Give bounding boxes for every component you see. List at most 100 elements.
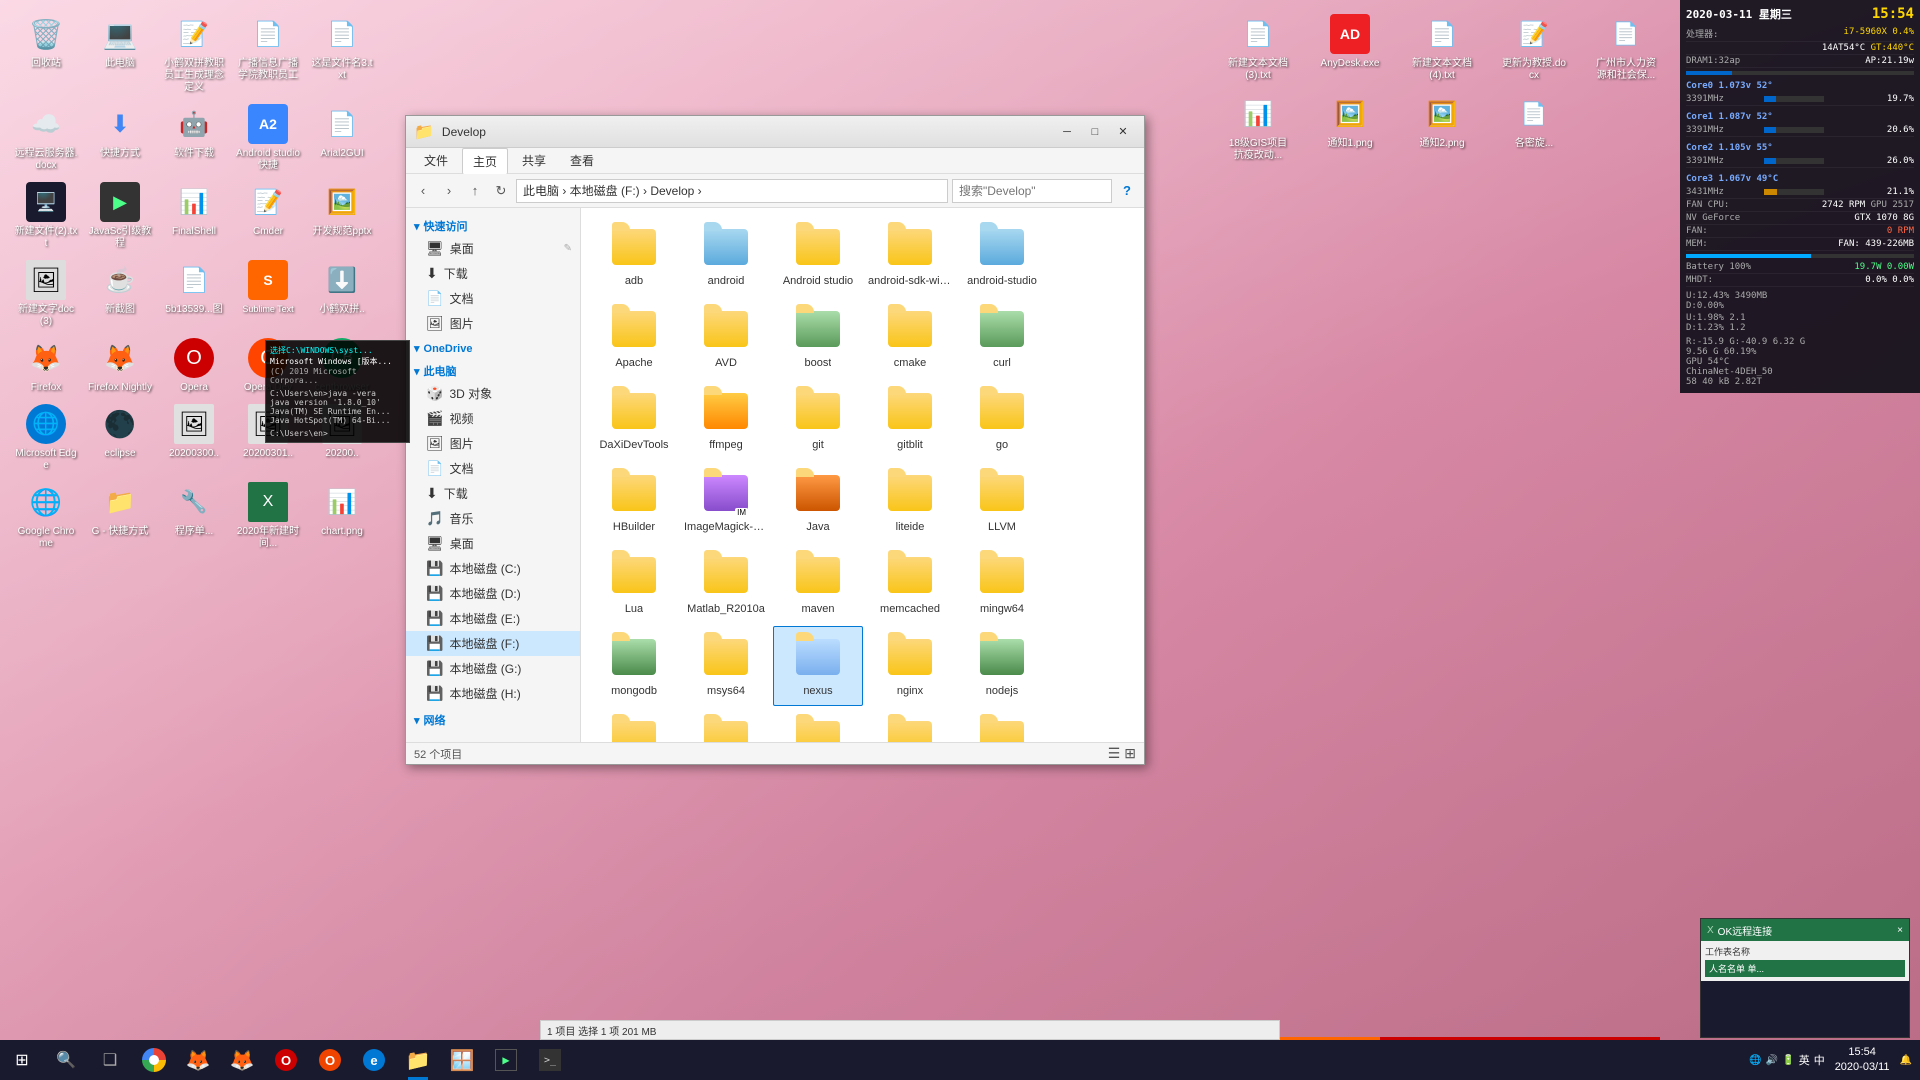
sidebar-item-desktop[interactable]: 🖥 桌面 ✎ <box>406 236 580 261</box>
desktop-icon-eclipse[interactable]: 🌑 eclipse <box>84 400 156 476</box>
desktop-icon-cmder[interactable]: ▶ JavaSc引级教程 <box>84 178 156 254</box>
help-button[interactable]: ? <box>1116 180 1138 202</box>
desktop-icon-finalshell[interactable]: 🖥️ 新建文件(2).txt <box>10 178 82 254</box>
desktop-icon-edge[interactable]: 🌐 Microsoft Edge <box>10 400 82 476</box>
file-item-liteide[interactable]: liteide <box>865 462 955 542</box>
sidebar-section-network[interactable]: ▾ 网络 <box>406 706 580 730</box>
file-item-avd[interactable]: AVD <box>681 298 771 378</box>
search-button[interactable]: 🔍 <box>44 1040 88 1080</box>
desktop-icon-gis[interactable]: 📊 18级GIS项目抗疫改动... <box>1214 90 1302 166</box>
notification-icon[interactable]: 🔔 <box>1900 1055 1912 1066</box>
desktop-icon-miwen[interactable]: 📄 各密旋... <box>1490 90 1578 166</box>
file-item-hbuilder[interactable]: HBuilder <box>589 462 679 542</box>
desktop-icon-ppt[interactable]: 📊 FinalShell <box>158 178 230 254</box>
desktop-icon-css[interactable]: 📄 5b13539...图 <box>158 256 230 332</box>
up-button[interactable]: ↑ <box>464 180 486 202</box>
file-item-proguard[interactable]: proguard 6.1.1 <box>773 708 863 742</box>
refresh-button[interactable]: ↻ <box>490 180 512 202</box>
desktop-icon-notice1[interactable]: 🖼️ 通知1.png <box>1306 90 1394 166</box>
desktop-icon-7[interactable]: ⬇ 快捷方式 <box>84 100 156 176</box>
ribbon-tab-share[interactable]: 共享 <box>512 148 556 173</box>
taskbar-opera-dev[interactable]: O <box>308 1040 352 1080</box>
grid-view-button[interactable]: ⊞ <box>1124 745 1136 762</box>
file-item-android[interactable]: android <box>681 216 771 296</box>
sidebar-item-d[interactable]: 💾 本地磁盘 (D:) <box>406 581 580 606</box>
file-item-boost[interactable]: boost <box>773 298 863 378</box>
sidebar-section-quick-access[interactable]: ▾ 快速访问 <box>406 212 580 236</box>
desktop-icon-aria2[interactable]: A2 Android studio快捷 <box>232 100 304 176</box>
close-button[interactable]: ✕ <box>1110 122 1136 142</box>
back-button[interactable]: ‹ <box>412 180 434 202</box>
minimize-button[interactable]: ─ <box>1054 122 1080 142</box>
ribbon-tab-home[interactable]: 主页 <box>462 148 508 174</box>
desktop-icon-prog[interactable]: 🔧 程序单... <box>158 478 230 554</box>
file-item-git[interactable]: git <box>773 380 863 460</box>
sidebar-item-h[interactable]: 💾 本地磁盘 (H:) <box>406 681 580 706</box>
desktop-icon-firefox-nightly[interactable]: 🦊 Firefox Nightly <box>84 334 156 398</box>
taskbar-terminal[interactable]: ▶ <box>484 1040 528 1080</box>
desktop-icon-android[interactable]: 🤖 软件下载 <box>158 100 230 176</box>
sidebar-section-this-pc[interactable]: ▾ 此电脑 <box>406 357 580 381</box>
file-item-llvm[interactable]: LLVM <box>957 462 1047 542</box>
file-item-adb[interactable]: adb <box>589 216 679 296</box>
desktop-icon-img2[interactable]: 🖼 20200300.. <box>158 400 230 476</box>
ime-indicator[interactable]: 中 <box>1814 1052 1825 1068</box>
desktop-icon-chart[interactable]: 📊 chart.png <box>306 478 378 554</box>
file-item-imagemagick[interactable]: IM ImageMagick-6.9.3-7-vc14-x64 <box>681 462 771 542</box>
file-item-phantomjs[interactable]: phantomjs <box>681 708 771 742</box>
file-item-pandoc[interactable]: pandoc <box>589 708 679 742</box>
desktop-icon-opera2[interactable]: O Opera <box>158 334 230 398</box>
taskbar-firefox[interactable]: 🦊 <box>176 1040 220 1080</box>
sidebar-item-c[interactable]: 💾 本地磁盘 (C:) <box>406 556 580 581</box>
file-item-ffmpeg[interactable]: ffmpeg <box>681 380 771 460</box>
file-item-mingw64[interactable]: mingw64 <box>957 544 1047 624</box>
battery-tray-icon[interactable]: 🔋 <box>1782 1055 1794 1066</box>
desktop-icon-5[interactable]: 📄 这是文件名3.txt <box>306 10 378 98</box>
sidebar-item-desktop2[interactable]: 🖥 桌面 <box>406 531 580 556</box>
network-tray-icon[interactable]: 🌐 <box>1749 1055 1761 1066</box>
file-item-qt[interactable]: Qt <box>957 708 1047 742</box>
file-item-msys64[interactable]: msys64 <box>681 626 771 706</box>
desktop-icon-doc3[interactable]: 📝 Cmder <box>232 178 304 254</box>
sidebar-item-3d[interactable]: 🎲 3D 对象 <box>406 381 580 406</box>
address-input[interactable] <box>516 179 948 203</box>
desktop-icon-aria2dl[interactable]: ⬇️ 小鹤双拼.. <box>306 256 378 332</box>
file-item-python[interactable]: Python <box>865 708 955 742</box>
start-button[interactable]: ⊞ <box>0 1040 44 1080</box>
file-item-nodejs[interactable]: nodejs <box>957 626 1047 706</box>
ribbon-tab-view[interactable]: 查看 <box>560 148 604 173</box>
file-item-nginx[interactable]: nginx <box>865 626 955 706</box>
desktop-icon-update[interactable]: 📝 更新为教授.docx <box>1490 10 1578 86</box>
maximize-button[interactable]: □ <box>1082 122 1108 142</box>
file-item-mongodb[interactable]: mongodb <box>589 626 679 706</box>
desktop-icon-computer[interactable]: 💻 此电脑 <box>84 10 156 98</box>
desktop-icon-anydesk[interactable]: AD AnyDesk.exe <box>1306 10 1394 86</box>
desktop-icon-mainco[interactable]: ☕ 新截图 <box>84 256 156 332</box>
file-item-gitblit[interactable]: gitblit <box>865 380 955 460</box>
desktop-icon-guangzhou[interactable]: 📄 广州市人力资源和社会保... <box>1582 10 1670 86</box>
sound-tray-icon[interactable]: 🔊 <box>1766 1055 1778 1066</box>
sidebar-item-videos[interactable]: 🎬 视频 <box>406 406 580 431</box>
task-view-button[interactable]: ❑ <box>88 1040 132 1080</box>
ribbon-tab-file[interactable]: 文件 <box>414 148 458 173</box>
file-item-cmake[interactable]: cmake <box>865 298 955 378</box>
forward-button[interactable]: › <box>438 180 460 202</box>
sidebar-item-g[interactable]: 💾 本地磁盘 (G:) <box>406 656 580 681</box>
desktop-icon-6[interactable]: ☁️ 远程云服务器.docx <box>10 100 82 176</box>
taskbar-ie[interactable]: e <box>352 1040 396 1080</box>
taskbar-firefox-nightly[interactable]: 🦊 <box>220 1040 264 1080</box>
desktop-icon-firefox2[interactable]: 🦊 Firefox <box>10 334 82 398</box>
file-item-maven[interactable]: maven <box>773 544 863 624</box>
taskbar-cmd[interactable]: >_ <box>528 1040 572 1080</box>
desktop-icon-g-drive[interactable]: 📁 G - 快捷方式 <box>84 478 156 554</box>
sidebar-item-pictures[interactable]: 🖼 图片 <box>406 311 580 336</box>
sidebar-item-downloads[interactable]: ⬇ 下载 <box>406 261 580 286</box>
file-item-lua[interactable]: Lua <box>589 544 679 624</box>
desktop-icon-recycle[interactable]: 🗑️ 回收站 <box>10 10 82 98</box>
file-item-curl[interactable]: curl <box>957 298 1047 378</box>
file-item-android-sdk-win[interactable]: android-sdk-windows <box>865 216 955 296</box>
sidebar-item-e[interactable]: 💾 本地磁盘 (E:) <box>406 606 580 631</box>
desktop-icon-img1[interactable]: 🖼 新建文字doc(3) <box>10 256 82 332</box>
file-item-go[interactable]: go <box>957 380 1047 460</box>
sidebar-item-documents2[interactable]: 📄 文档 <box>406 456 580 481</box>
